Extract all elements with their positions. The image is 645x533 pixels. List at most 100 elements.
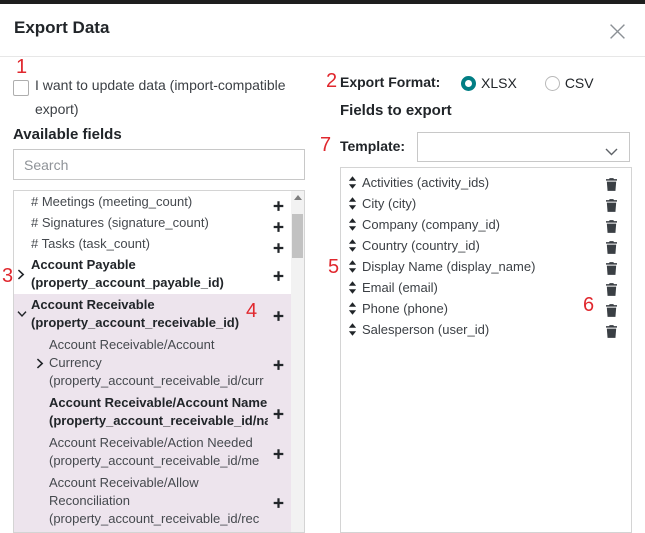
field-label-line: (property_account_receivable_id/rec bbox=[49, 510, 268, 528]
format-option-xlsx[interactable]: XLSX bbox=[461, 76, 517, 91]
annotation-1: 1 bbox=[16, 57, 27, 77]
template-label: Template: bbox=[340, 138, 405, 154]
expand-icon[interactable] bbox=[36, 357, 46, 369]
annotation-2: 2 bbox=[326, 71, 337, 91]
chevron-down-icon bbox=[605, 144, 618, 159]
format-option-csv[interactable]: CSV bbox=[545, 76, 594, 91]
available-field-account-receivable[interactable]: Account Receivable(property_account_rece… bbox=[14, 294, 304, 334]
available-field-signature-count[interactable]: # Signatures (signature_count) bbox=[14, 212, 304, 233]
export-field-label: Display Name (display_name) bbox=[362, 256, 535, 277]
available-fields-title: Available fields bbox=[13, 126, 122, 143]
update-data-checkbox-label[interactable]: I want to update data (import-compatible… bbox=[35, 73, 300, 121]
field-label-line: (property_account_receivable_id/me bbox=[49, 452, 268, 470]
radio-unselected-icon[interactable] bbox=[545, 76, 560, 91]
export-field-row[interactable]: Salesperson (user_id) bbox=[341, 319, 631, 340]
add-field-icon[interactable] bbox=[273, 358, 284, 369]
fields-to-export-list: Activities (activity_ids)City (city)Comp… bbox=[340, 167, 632, 533]
export-field-label: Email (email) bbox=[362, 277, 438, 298]
remove-field-icon[interactable] bbox=[606, 197, 617, 210]
template-select[interactable] bbox=[417, 132, 630, 162]
add-field-icon[interactable] bbox=[273, 269, 284, 280]
expand-icon[interactable] bbox=[17, 268, 27, 280]
add-field-icon[interactable] bbox=[273, 238, 284, 249]
field-label-line: (property_account_receivable_id) bbox=[31, 314, 268, 332]
export-field-row[interactable]: Company (company_id) bbox=[341, 214, 631, 235]
close-icon bbox=[609, 28, 626, 43]
export-field-row[interactable]: Country (country_id) bbox=[341, 235, 631, 256]
field-label-line: Account Receivable/Account Name bbox=[49, 394, 268, 412]
format-option-label: XLSX bbox=[481, 76, 517, 91]
available-field-account-receivable-name[interactable]: Account Receivable/Account Name(property… bbox=[14, 392, 304, 432]
add-field-icon[interactable] bbox=[273, 407, 284, 418]
add-field-icon[interactable] bbox=[273, 447, 284, 458]
add-field-icon[interactable] bbox=[273, 309, 284, 320]
available-field-meeting-count[interactable]: # Meetings (meeting_count) bbox=[14, 191, 304, 212]
field-label-line: Account Receivable/Action Needed bbox=[49, 434, 268, 452]
field-label-line: Account Payable bbox=[31, 256, 268, 274]
drag-handle-icon[interactable] bbox=[348, 261, 357, 273]
available-field-task-count[interactable]: # Tasks (task_count) bbox=[14, 233, 304, 254]
add-field-icon[interactable] bbox=[273, 496, 284, 507]
export-data-dialog: Export Data 1 2 3 4 5 6 7 I want to upda… bbox=[0, 0, 645, 533]
update-data-checkbox[interactable] bbox=[13, 80, 29, 96]
export-field-row[interactable]: Display Name (display_name) bbox=[341, 256, 631, 277]
remove-field-icon[interactable] bbox=[606, 302, 617, 315]
drag-handle-icon[interactable] bbox=[348, 324, 357, 336]
field-label-line: Account Receivable bbox=[31, 296, 268, 314]
field-label-line: (property_account_payable_id) bbox=[31, 274, 268, 292]
annotation-5: 5 bbox=[328, 257, 339, 277]
export-field-label: Country (country_id) bbox=[362, 235, 480, 256]
scrollbar-thumb[interactable] bbox=[292, 214, 303, 258]
field-label-line: (property_account_receivable_id/curr bbox=[49, 372, 268, 390]
available-field-account-receivable-currency[interactable]: Account Receivable/AccountCurrency(prope… bbox=[14, 334, 304, 392]
available-fields-list: # Meetings (meeting_count)# Signatures (… bbox=[13, 190, 305, 533]
field-label-line: Account Receivable/Allow bbox=[49, 474, 268, 492]
dialog-header: Export Data bbox=[0, 4, 645, 57]
remove-field-icon[interactable] bbox=[606, 323, 617, 336]
drag-handle-icon[interactable] bbox=[348, 303, 357, 315]
fields-to-export-title: Fields to export bbox=[340, 102, 452, 119]
add-field-icon[interactable] bbox=[273, 196, 284, 207]
drag-handle-icon[interactable] bbox=[348, 198, 357, 210]
field-label-line: # Meetings (meeting_count) bbox=[31, 191, 268, 212]
export-field-label: City (city) bbox=[362, 193, 416, 214]
export-field-label: Activities (activity_ids) bbox=[362, 172, 489, 193]
annotation-3: 3 bbox=[2, 266, 13, 286]
page-title: Export Data bbox=[14, 18, 109, 38]
drag-handle-icon[interactable] bbox=[348, 219, 357, 231]
drag-handle-icon[interactable] bbox=[348, 240, 357, 252]
export-format-options: XLSX CSV bbox=[461, 76, 594, 91]
annotation-4: 4 bbox=[246, 301, 257, 321]
available-field-account-receivable-action-needed[interactable]: Account Receivable/Action Needed(propert… bbox=[14, 432, 304, 472]
field-label-line: Account Receivable/Account bbox=[49, 336, 268, 354]
remove-field-icon[interactable] bbox=[606, 218, 617, 231]
remove-field-icon[interactable] bbox=[606, 176, 617, 189]
remove-field-icon[interactable] bbox=[606, 260, 617, 273]
field-label-line: # Signatures (signature_count) bbox=[31, 212, 268, 233]
drag-handle-icon[interactable] bbox=[348, 282, 357, 294]
add-field-icon[interactable] bbox=[273, 217, 284, 228]
export-field-label: Phone (phone) bbox=[362, 298, 448, 319]
annotation-6: 6 bbox=[583, 295, 594, 315]
export-field-label: Company (company_id) bbox=[362, 214, 500, 235]
available-field-account-payable[interactable]: Account Payable(property_account_payable… bbox=[14, 254, 304, 294]
close-button[interactable] bbox=[608, 23, 626, 41]
field-label-line: # Tasks (task_count) bbox=[31, 233, 268, 254]
scrollbar[interactable] bbox=[291, 191, 304, 532]
export-field-label: Salesperson (user_id) bbox=[362, 319, 489, 340]
field-label-line: Currency bbox=[49, 354, 268, 372]
format-option-label: CSV bbox=[565, 76, 594, 91]
radio-selected-icon[interactable] bbox=[461, 76, 476, 91]
export-field-row[interactable]: Activities (activity_ids) bbox=[341, 172, 631, 193]
remove-field-icon[interactable] bbox=[606, 281, 617, 294]
annotation-7: 7 bbox=[320, 135, 331, 155]
search-input[interactable] bbox=[13, 149, 305, 180]
export-field-row[interactable]: City (city) bbox=[341, 193, 631, 214]
collapse-icon[interactable] bbox=[17, 308, 27, 320]
field-label-line: Reconciliation bbox=[49, 492, 268, 510]
drag-handle-icon[interactable] bbox=[348, 177, 357, 189]
export-format-label: Export Format: bbox=[340, 74, 440, 90]
remove-field-icon[interactable] bbox=[606, 239, 617, 252]
available-field-account-receivable-allow-reconciliation[interactable]: Account Receivable/AllowReconciliation(p… bbox=[14, 472, 304, 530]
scrollbar-up-icon[interactable] bbox=[291, 191, 304, 204]
